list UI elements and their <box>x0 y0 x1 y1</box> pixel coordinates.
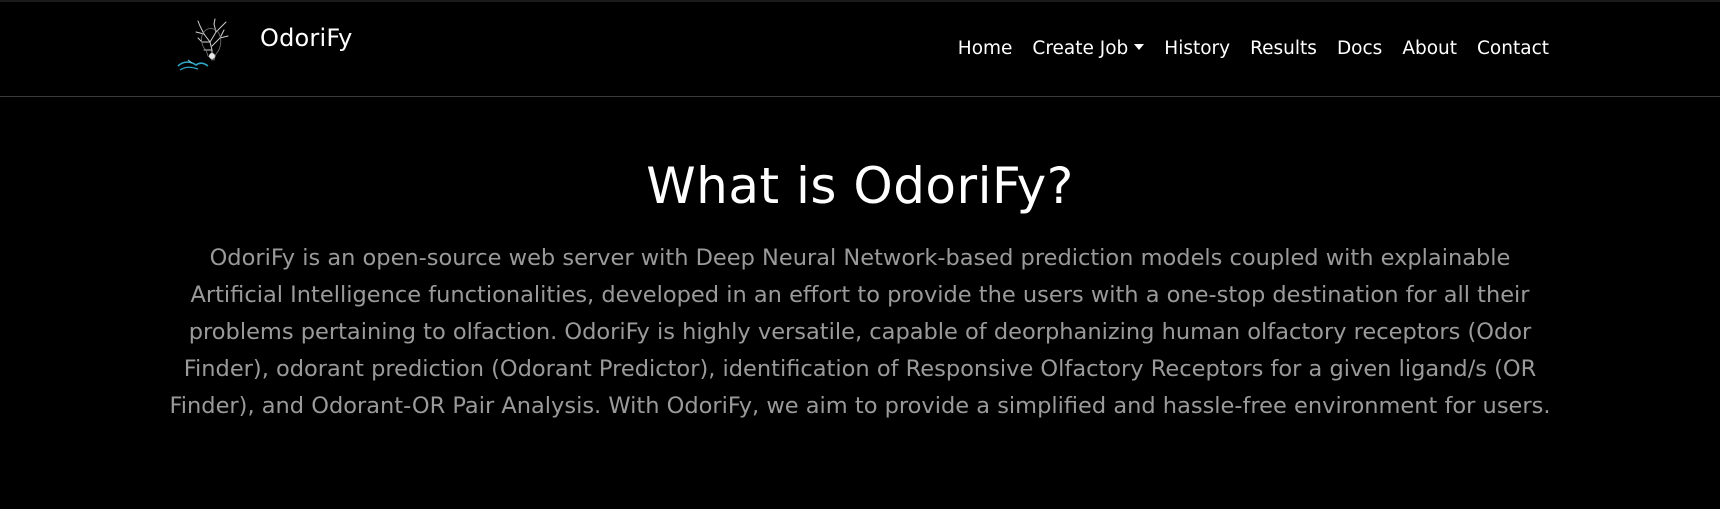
tree-head-logo-icon <box>177 18 229 71</box>
hero-section: What is OdoriFy? OdoriFy is an open-sour… <box>0 150 1720 425</box>
nav-about-label: About <box>1402 38 1458 59</box>
nav-results-label: Results <box>1250 38 1317 59</box>
main-nav: Home Create Job History Results Docs Abo… <box>958 38 1549 59</box>
navbar: OdoriFy Home Create Job History Results … <box>0 0 1720 97</box>
nav-docs[interactable]: Docs <box>1337 38 1382 59</box>
nav-history[interactable]: History <box>1164 38 1230 59</box>
nav-results[interactable]: Results <box>1250 38 1317 59</box>
nav-docs-label: Docs <box>1336 38 1383 59</box>
nav-contact[interactable]: Contact <box>1477 38 1549 59</box>
nav-create-job-label: Create Job <box>1032 38 1129 59</box>
nav-home[interactable]: Home <box>958 38 1013 59</box>
nav-contact-label: Contact <box>1477 38 1549 59</box>
nav-home-label: Home <box>957 38 1013 59</box>
nav-history-label: History <box>1164 38 1231 59</box>
brand-link[interactable]: OdoriFy <box>174 16 353 74</box>
nav-about[interactable]: About <box>1402 38 1457 59</box>
caret-down-icon <box>1134 43 1145 50</box>
hero-description: OdoriFy is an open-source web server wit… <box>169 245 1551 419</box>
brand-name[interactable]: OdoriFy <box>260 24 353 52</box>
nav-create-job-dropdown[interactable]: Create Job <box>1032 38 1145 59</box>
hero-title: What is OdoriFy? <box>646 157 1074 215</box>
